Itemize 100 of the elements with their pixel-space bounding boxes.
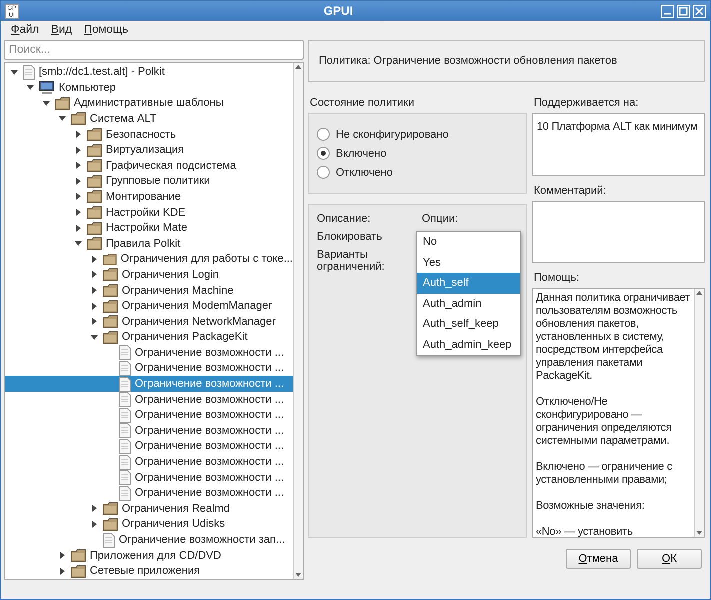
tree-item[interactable]: Ограничения Machine	[5, 282, 293, 298]
tree-item[interactable]: Ограничения PackageKit	[5, 330, 293, 346]
tree-item[interactable]: Ограничения Udisks	[5, 516, 293, 532]
tree-item[interactable]: Ограничение возможности ...	[5, 376, 293, 392]
radio-icon[interactable]	[317, 166, 330, 179]
expand-arrow-icon[interactable]	[91, 256, 98, 263]
comment-field[interactable]	[532, 201, 705, 263]
collapse-arrow-icon[interactable]	[75, 240, 82, 248]
radio-option[interactable]: Включено	[317, 147, 518, 160]
folder-icon	[71, 564, 86, 578]
dropdown-item[interactable]: Yes	[417, 252, 520, 273]
minimize-icon[interactable]	[661, 4, 674, 18]
tree-item[interactable]: Групповые политики	[5, 174, 293, 190]
dropdown-item[interactable]: No	[417, 232, 520, 252]
tree-item[interactable]: Ограничение возможности ...	[5, 438, 293, 454]
tree-item[interactable]: Настройки Mate	[5, 220, 293, 236]
tree-item[interactable]: Приложения для CD/DVD	[5, 548, 293, 564]
scroll-up-icon[interactable]	[294, 63, 303, 72]
expand-arrow-icon[interactable]	[75, 162, 82, 170]
tree-item[interactable]: Ограничения ModemManager	[5, 298, 293, 314]
tree-item[interactable]: Компьютер	[5, 80, 293, 96]
folder-icon	[103, 315, 118, 328]
radio-option[interactable]: Не сконфигурировано	[317, 128, 518, 141]
collapse-arrow-icon[interactable]	[11, 68, 18, 76]
collapse-arrow-icon[interactable]	[91, 334, 98, 341]
tree-item[interactable]: Сетевые приложения	[5, 563, 293, 579]
menu-item[interactable]: Файл	[11, 24, 40, 36]
document-icon	[119, 423, 131, 438]
computer-icon	[39, 80, 55, 95]
tree-item[interactable]: Ограничение возможности ...	[5, 392, 293, 408]
folder-icon	[87, 206, 102, 220]
tree-item[interactable]: Ограничения NetworkManager	[5, 314, 293, 330]
document-icon	[119, 438, 131, 454]
expand-arrow-icon[interactable]	[75, 146, 82, 154]
tree-item[interactable]: Безопасность	[5, 126, 293, 142]
folder-icon	[87, 128, 102, 142]
expand-arrow-icon[interactable]	[75, 193, 82, 200]
scrollbar[interactable]	[694, 289, 704, 537]
tree-item[interactable]: Ограничение возможности ...	[5, 470, 293, 486]
help-paragraph: «No» — установить	[536, 526, 634, 537]
expand-arrow-icon[interactable]	[75, 209, 82, 216]
scroll-down-icon[interactable]	[294, 571, 303, 579]
tree-item[interactable]: Монтирование	[5, 189, 293, 205]
maximize-icon[interactable]	[677, 4, 690, 18]
dropdown-item[interactable]: Auth_admin_keep	[417, 334, 520, 355]
expand-arrow-icon[interactable]	[91, 318, 98, 326]
tree-item[interactable]: Ограничение возможности ...	[5, 485, 293, 502]
tree-item[interactable]: Ограничения Login	[5, 267, 293, 283]
ok-button[interactable]: ОК	[637, 549, 702, 569]
expand-arrow-icon[interactable]	[91, 271, 98, 278]
radio-icon[interactable]	[317, 147, 330, 160]
tree-item[interactable]: Виртуализация	[5, 142, 293, 158]
tree-item[interactable]: [smb://dc1.test.alt] - Polkit	[5, 64, 293, 80]
collapse-arrow-icon[interactable]	[27, 84, 34, 92]
tree-item[interactable]: Графическая подсистема	[5, 158, 293, 174]
cancel-button[interactable]: Отмена	[566, 549, 631, 569]
scroll-up-icon[interactable]	[695, 289, 704, 297]
dropdown-item[interactable]: Auth_admin	[417, 294, 520, 314]
document-icon	[119, 408, 131, 423]
collapse-arrow-icon[interactable]	[43, 100, 50, 107]
tree-item[interactable]: Настройки KDE	[5, 204, 293, 220]
expand-arrow-icon[interactable]	[59, 552, 66, 560]
dropdown-item[interactable]: Auth_self	[417, 273, 520, 294]
tree-item[interactable]: Ограничение возможности ...	[5, 360, 293, 376]
tree-item[interactable]: Ограничение возможности ...	[5, 454, 293, 470]
expand-arrow-icon[interactable]	[91, 520, 98, 528]
expand-arrow-icon[interactable]	[75, 224, 82, 232]
tree-item[interactable]: Ограничения для работы с токе...	[5, 252, 293, 268]
tree-item[interactable]: Ограничение возможности ...	[5, 345, 293, 361]
document-icon	[119, 376, 131, 392]
folder-icon	[103, 518, 118, 531]
expand-arrow-icon[interactable]	[59, 568, 66, 575]
supported-field[interactable]: 10 Платформа ALT как минимум	[532, 113, 705, 176]
policy-title: Политика: Ограничение возможности обновления пакетов	[319, 55, 618, 67]
collapse-arrow-icon[interactable]	[59, 115, 66, 122]
expand-arrow-icon[interactable]	[91, 505, 98, 512]
supported-label: Поддерживается на:	[533, 96, 640, 111]
scrollbar[interactable]	[293, 63, 303, 579]
document-icon	[119, 360, 131, 376]
close-icon[interactable]	[693, 4, 706, 18]
expand-arrow-icon[interactable]	[75, 131, 82, 138]
tree-item[interactable]: Система ALT	[5, 111, 293, 127]
tree-item[interactable]: Ограничение возможности зап...	[5, 532, 293, 548]
radio-icon[interactable]	[317, 128, 330, 141]
menu-item[interactable]: Помощь	[84, 24, 129, 36]
tree-item[interactable]: Правила Polkit	[5, 236, 293, 252]
folder-icon	[87, 190, 102, 204]
tree-item[interactable]: Ограничение возможности ...	[5, 423, 293, 439]
dropdown-item[interactable]: Auth_self_keep	[417, 314, 520, 334]
folder-icon	[71, 112, 86, 126]
tree-item[interactable]: Административные шаблоны	[5, 96, 293, 112]
tree-item[interactable]: Ограничение возможности ...	[5, 407, 293, 424]
menu-item[interactable]: Вид	[51, 24, 72, 36]
search-field[interactable]: Поиск...	[4, 40, 304, 60]
expand-arrow-icon[interactable]	[91, 302, 98, 310]
expand-arrow-icon[interactable]	[75, 178, 82, 185]
scroll-down-icon[interactable]	[695, 529, 704, 537]
radio-option[interactable]: Отключено	[317, 166, 518, 179]
tree-item[interactable]: Ограничения Realmd	[5, 501, 293, 517]
expand-arrow-icon[interactable]	[91, 287, 98, 294]
